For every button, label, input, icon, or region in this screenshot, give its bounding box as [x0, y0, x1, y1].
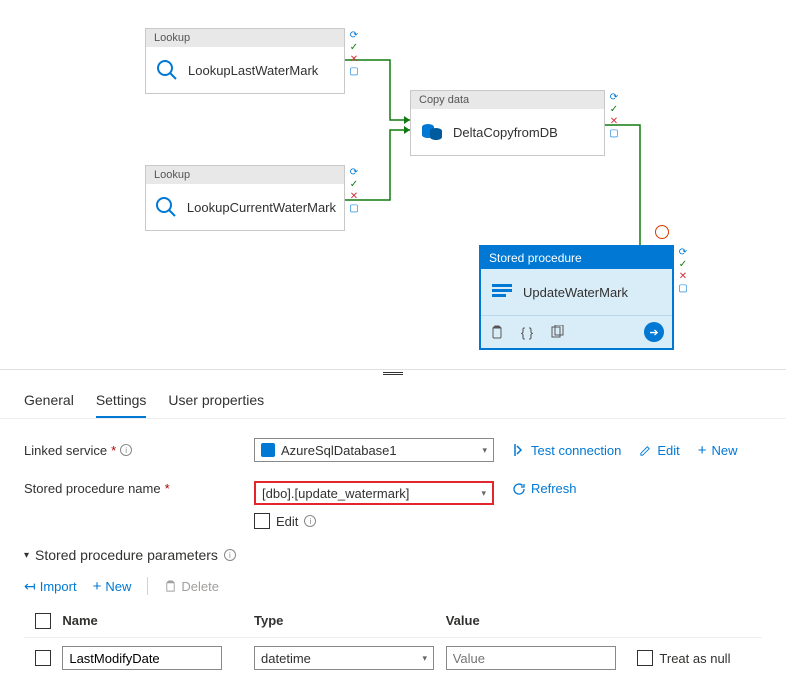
execute-icon[interactable]: ➔	[644, 322, 664, 342]
chevron-down-icon: ▾	[423, 653, 428, 664]
clone-icon[interactable]	[549, 324, 565, 340]
row-checkbox[interactable]	[35, 650, 51, 666]
linked-service-label: Linked service*i	[24, 443, 254, 458]
treat-null-checkbox[interactable]	[637, 650, 653, 666]
param-name-input[interactable]	[62, 646, 222, 670]
params-section-toggle[interactable]: ▾ Stored procedure parameters i	[24, 547, 762, 563]
col-value: Value	[446, 613, 638, 629]
activity-stored-procedure[interactable]: Stored procedure UpdateWaterMark { } ➔	[479, 245, 674, 350]
activity-type: Copy data	[411, 91, 604, 109]
new-param-button[interactable]: +New	[93, 578, 132, 595]
code-icon[interactable]: { }	[519, 324, 535, 340]
test-connection-button[interactable]: Test connection	[512, 443, 621, 458]
edit-button[interactable]: Edit	[639, 443, 679, 458]
activity-name: LookupLastWaterMark	[188, 63, 318, 78]
settings-form: Linked service*i AzureSqlDatabase1 ▾ Tes…	[0, 419, 786, 696]
table-row: datetime▾ Treat as null	[24, 638, 762, 678]
activity-name: LookupCurrentWaterMark	[187, 200, 336, 215]
tab-general[interactable]: General	[24, 392, 74, 418]
delete-param-button[interactable]: Delete	[164, 579, 219, 594]
tab-settings[interactable]: Settings	[96, 392, 147, 418]
property-tabs: General Settings User properties	[0, 380, 786, 419]
info-icon[interactable]: i	[120, 444, 132, 456]
param-value-input[interactable]	[446, 646, 616, 670]
params-table-header: Name Type Value	[24, 605, 762, 638]
col-name: Name	[62, 613, 254, 629]
chevron-down-icon: ▾	[482, 445, 487, 456]
select-all-checkbox[interactable]	[35, 613, 51, 629]
activity-type: Stored procedure	[481, 247, 672, 269]
chevron-down-icon: ▾	[481, 488, 486, 499]
col-type: Type	[254, 613, 446, 629]
edit-checkbox[interactable]	[254, 513, 270, 529]
import-button[interactable]: ↤Import	[24, 578, 77, 595]
activity-type: Lookup	[146, 166, 344, 184]
refresh-button[interactable]: Refresh	[512, 481, 577, 496]
activity-lookup-last[interactable]: Lookup LookupLastWaterMark	[145, 28, 345, 94]
sql-icon	[261, 443, 275, 457]
status-icons: ⟳ ✓ ✕ ▢	[607, 92, 621, 140]
status-icons: ⟳ ✓ ✕ ▢	[676, 247, 690, 295]
param-type-dropdown[interactable]: datetime▾	[254, 646, 434, 670]
activity-name: UpdateWaterMark	[523, 285, 628, 300]
selection-handle[interactable]	[655, 225, 669, 239]
sproc-name-label: Stored procedure name*	[24, 481, 254, 496]
delete-icon[interactable]	[489, 324, 505, 340]
lookup-icon	[154, 57, 180, 83]
stored-procedure-icon	[489, 279, 515, 305]
pipeline-canvas[interactable]: Lookup LookupLastWaterMark ⟳ ✓ ✕ ▢ Looku…	[0, 0, 786, 370]
sproc-name-dropdown[interactable]: [dbo].[update_watermark] ▾	[254, 481, 494, 505]
edit-checkbox-label: Edit	[276, 514, 298, 529]
info-icon[interactable]: i	[224, 549, 236, 561]
activity-lookup-current[interactable]: Lookup LookupCurrentWaterMark	[145, 165, 345, 231]
new-button[interactable]: +New	[698, 442, 738, 459]
tab-user-properties[interactable]: User properties	[168, 392, 264, 418]
lookup-icon	[154, 194, 179, 220]
chevron-down-icon: ▾	[24, 550, 29, 561]
activity-type: Lookup	[146, 29, 344, 47]
activity-copy-data[interactable]: Copy data DeltaCopyfromDB	[410, 90, 605, 156]
linked-service-dropdown[interactable]: AzureSqlDatabase1 ▾	[254, 438, 494, 462]
info-icon[interactable]: i	[304, 515, 316, 527]
treat-null-label: Treat as null	[659, 651, 730, 666]
copy-data-icon	[419, 119, 445, 145]
panel-resize-handle[interactable]	[383, 372, 403, 375]
status-icons: ⟳ ✓ ✕ ▢	[347, 30, 361, 78]
status-icons: ⟳ ✓ ✕ ▢	[347, 167, 361, 215]
activity-name: DeltaCopyfromDB	[453, 125, 558, 140]
separator	[147, 577, 148, 595]
